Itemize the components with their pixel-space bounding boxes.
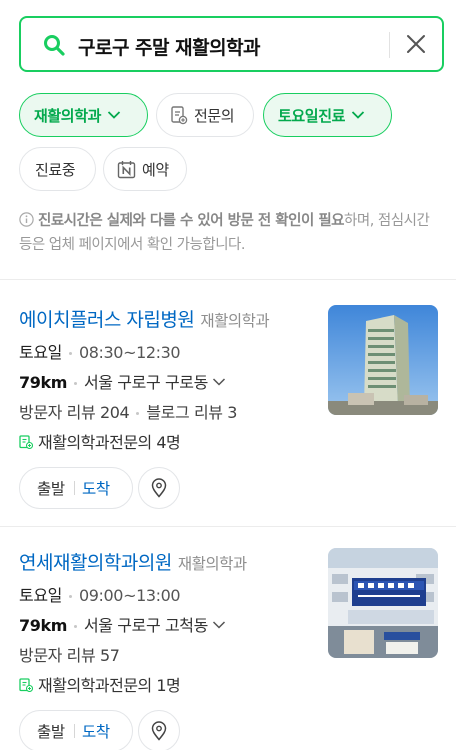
address: 서울 구로구 구로동 <box>83 373 208 392</box>
place-photo[interactable] <box>328 305 438 415</box>
route-buttons: 출발 도착 <box>19 467 133 509</box>
section-divider <box>0 526 456 527</box>
hours-time: 08:30~12:30 <box>78 343 181 362</box>
chevron-down-icon <box>107 111 121 119</box>
opening-hours: 토요일 09:00~13:00 <box>19 582 181 606</box>
opening-hours: 토요일 08:30~12:30 <box>19 339 181 363</box>
hours-time: 09:00~13:00 <box>78 586 181 605</box>
separator-dot <box>73 382 77 385</box>
specialist-count: 재활의학과전문의 1명 <box>38 676 181 695</box>
filter-chip-specialist[interactable]: 전문의 <box>156 93 254 137</box>
chip-label: 재활의학과 <box>34 106 102 125</box>
distance: 79km <box>19 616 67 635</box>
visitor-reviews[interactable]: 방문자 리뷰 57 <box>19 646 120 665</box>
section-divider <box>0 279 456 280</box>
chip-label: 예약 <box>142 160 169 179</box>
result-card[interactable]: 에이치플러스 자립병원 재활의학과 토요일 08:30~12:30 79km 서울 구… <box>0 305 456 515</box>
info-icon <box>19 212 34 227</box>
naver-booking-icon <box>117 160 136 178</box>
specialist-info: 재활의학과전문의 1명 <box>19 672 181 696</box>
hours-notice: 진료시간은 실제와 다를 수 있어 방문 전 확인이 필요하며, 점심시간 등은… <box>19 209 439 257</box>
chevron-down-icon <box>212 378 225 386</box>
route-divider <box>74 724 75 738</box>
address-line[interactable]: 79km 서울 구로구 고척동 <box>19 612 226 636</box>
result-title: 에이치플러스 자립병원 재활의학과 <box>19 305 270 332</box>
separator-dot <box>73 625 77 628</box>
place-name-link[interactable]: 에이치플러스 자립병원 <box>19 309 195 331</box>
route-buttons: 출발 도착 <box>19 710 133 750</box>
map-pin-icon <box>151 721 167 741</box>
filter-chip-booking[interactable]: 예약 <box>103 147 187 191</box>
search-icon <box>44 35 65 56</box>
search-bar[interactable]: 구로구 주말 재활의학과 <box>19 16 444 72</box>
chip-label: 토요일진료 <box>278 106 346 125</box>
review-counts: 방문자 리뷰 57 <box>19 642 120 666</box>
chip-label: 진료중 <box>35 160 76 179</box>
hours-day: 토요일 <box>19 586 62 605</box>
separator-dot <box>68 352 72 355</box>
place-category: 재활의학과 <box>177 555 247 573</box>
route-arrive-button[interactable]: 도착 <box>82 477 110 499</box>
chevron-down-icon <box>351 111 365 119</box>
filter-chip-rehab[interactable]: 재활의학과 <box>19 93 148 137</box>
result-title: 연세재활의학과의원 재활의학과 <box>19 548 247 575</box>
search-divider <box>389 32 390 58</box>
separator-dot <box>68 595 72 598</box>
filter-chip-saturday[interactable]: 토요일진료 <box>263 93 392 137</box>
result-card[interactable]: 연세재활의학과의원 재활의학과 토요일 09:00~13:00 79km 서울 구로구… <box>0 548 456 750</box>
distance: 79km <box>19 373 67 392</box>
chevron-down-icon <box>212 621 225 629</box>
place-name-link[interactable]: 연세재활의학과의원 <box>19 552 172 574</box>
chip-label: 전문의 <box>194 106 235 125</box>
route-depart-button[interactable]: 출발 <box>20 477 72 499</box>
specialist-info: 재활의학과전문의 4명 <box>19 429 181 453</box>
close-icon[interactable] <box>405 33 427 55</box>
notice-bold: 진료시간은 실제와 다를 수 있어 방문 전 확인이 필요 <box>38 213 345 229</box>
filter-chip-open-now[interactable]: 진료중 <box>19 147 96 191</box>
route-arrive-button[interactable]: 도착 <box>82 720 110 742</box>
search-input[interactable]: 구로구 주말 재활의학과 <box>78 33 261 60</box>
hours-day: 토요일 <box>19 343 62 362</box>
map-pin-button[interactable] <box>138 467 180 509</box>
map-pin-icon <box>151 478 167 498</box>
visitor-reviews[interactable]: 방문자 리뷰 204 <box>19 403 130 422</box>
address-line[interactable]: 79km 서울 구로구 구로동 <box>19 369 226 393</box>
route-divider <box>74 481 75 495</box>
place-category: 재활의학과 <box>200 312 270 330</box>
blog-reviews[interactable]: 블로그 리뷰 3 <box>146 403 237 422</box>
document-plus-icon <box>19 678 33 692</box>
review-counts: 방문자 리뷰 204 블로그 리뷰 3 <box>19 399 237 423</box>
map-pin-button[interactable] <box>138 710 180 750</box>
route-depart-button[interactable]: 출발 <box>20 720 72 742</box>
address: 서울 구로구 고척동 <box>83 616 208 635</box>
separator-dot <box>136 412 140 415</box>
document-plus-icon <box>171 106 188 125</box>
place-photo[interactable] <box>328 548 438 658</box>
document-plus-icon <box>19 435 33 449</box>
specialist-count: 재활의학과전문의 4명 <box>38 433 181 452</box>
